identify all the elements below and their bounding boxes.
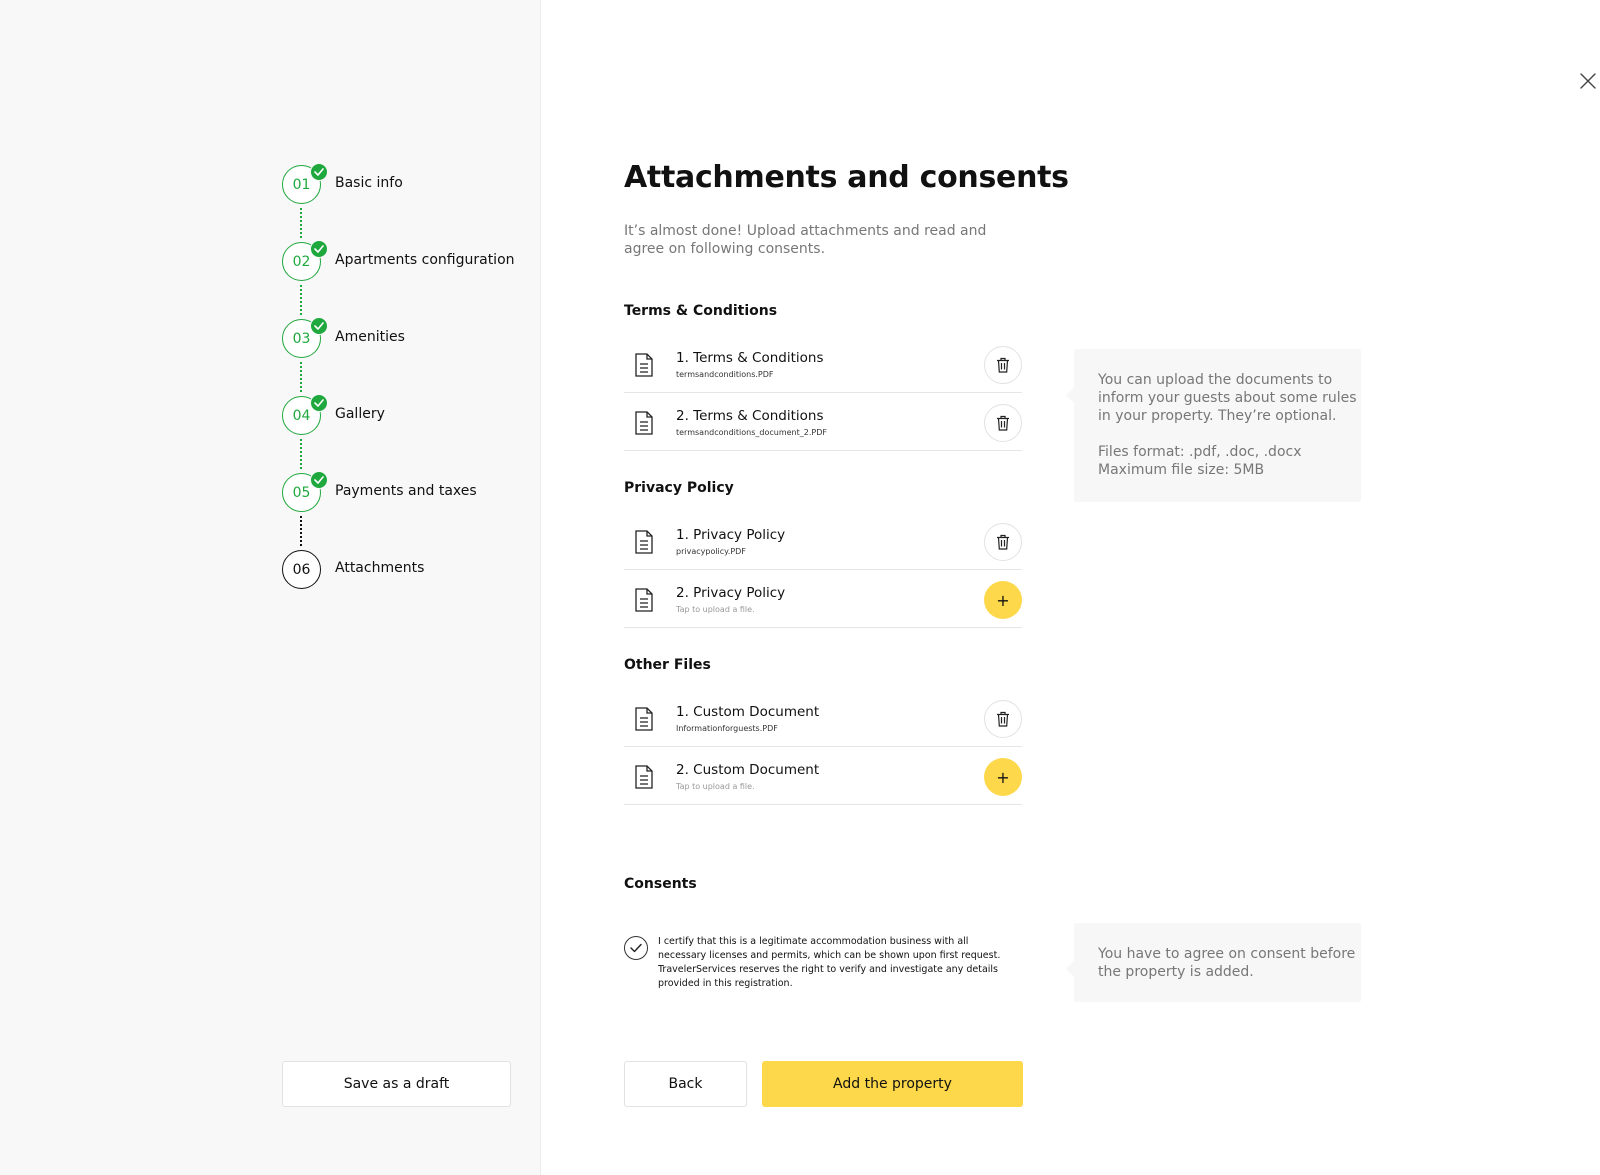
check-icon (310, 471, 328, 489)
check-icon (310, 163, 328, 181)
step-connector (300, 439, 302, 469)
step-number: 06 (282, 550, 321, 589)
delete-file-button[interactable] (984, 346, 1022, 384)
consent-checkbox[interactable] (624, 936, 648, 960)
step-label: Basic info (335, 175, 403, 191)
back-button[interactable]: Back (624, 1061, 747, 1107)
file-row: 1. Custom Document Informationforguests.… (624, 689, 1022, 747)
section-title-terms: Terms & Conditions (624, 303, 778, 319)
section-title-consents: Consents (624, 876, 697, 892)
step-label: Gallery (335, 406, 385, 422)
consent-info-tooltip: You have to agree on consent before the … (1066, 923, 1361, 1002)
file-name: 2. Privacy Policy (676, 585, 786, 601)
info-text: You can upload the documents to (1098, 372, 1333, 388)
check-icon (310, 240, 328, 258)
trash-icon (997, 357, 1009, 373)
document-icon (635, 411, 653, 435)
section-title-privacy: Privacy Policy (624, 480, 734, 496)
step-connector (300, 285, 302, 315)
file-row: 2. Privacy Policy Tap to upload a file. … (624, 570, 1022, 628)
upload-info-tooltip: You can upload the documents to inform y… (1066, 349, 1361, 502)
trash-icon (997, 711, 1009, 727)
document-icon (635, 353, 653, 377)
file-name: 2. Terms & Conditions (676, 408, 824, 424)
file-row: 2. Custom Document Tap to upload a file.… (624, 747, 1022, 805)
plus-icon: + (996, 767, 1010, 787)
page-title: Attachments and consents (624, 160, 1069, 195)
file-filename: privacypolicy.PDF (676, 547, 746, 556)
upload-file-button[interactable]: + (984, 758, 1022, 796)
document-icon (635, 765, 653, 789)
upload-hint[interactable]: Tap to upload a file. (676, 782, 755, 791)
save-as-draft-button[interactable]: Save as a draft (282, 1061, 511, 1107)
file-row: 1. Terms & Conditions termsandconditions… (624, 335, 1022, 393)
trash-icon (997, 415, 1009, 431)
step-label: Attachments (335, 560, 425, 576)
upload-hint[interactable]: Tap to upload a file. (676, 605, 755, 614)
step-connector (300, 516, 302, 546)
upload-file-button[interactable]: + (984, 581, 1022, 619)
file-name: 1. Privacy Policy (676, 527, 786, 543)
file-filename: termsandconditions.PDF (676, 370, 774, 379)
close-button[interactable] (1576, 70, 1600, 94)
file-row: 2. Terms & Conditions termsandconditions… (624, 393, 1022, 451)
check-icon (630, 943, 642, 953)
document-icon (635, 588, 653, 612)
step-connector (300, 208, 302, 238)
trash-icon (997, 534, 1009, 550)
file-row: 1. Privacy Policy privacypolicy.PDF (624, 512, 1022, 570)
step-label: Payments and taxes (335, 483, 477, 499)
check-icon (310, 317, 328, 335)
step-label: Amenities (335, 329, 405, 345)
info-text: the property is added. (1098, 964, 1254, 980)
consent-text: I certify that this is a legitimate acco… (658, 936, 1001, 989)
step-label: Apartments configuration (335, 252, 515, 268)
file-name: 1. Custom Document (676, 704, 820, 720)
delete-file-button[interactable] (984, 523, 1022, 561)
section-title-other: Other Files (624, 657, 711, 673)
info-text: Maximum file size: 5MB (1098, 462, 1265, 478)
plus-icon: + (996, 590, 1010, 610)
check-icon (310, 394, 328, 412)
document-icon (635, 530, 653, 554)
info-text: inform your guests about some rules (1098, 390, 1357, 406)
step-connector (300, 362, 302, 392)
add-property-button[interactable]: Add the property (762, 1061, 1023, 1107)
delete-file-button[interactable] (984, 700, 1022, 738)
info-text: in your property. They’re optional. (1098, 408, 1337, 424)
page-subtitle: It’s almost done! Upload attachments and… (624, 223, 987, 257)
close-icon (1580, 72, 1596, 89)
delete-file-button[interactable] (984, 404, 1022, 442)
file-name: 1. Terms & Conditions (676, 350, 824, 366)
stepper-sidebar: 01 Basic info 02 Apartments configuratio… (0, 0, 541, 1175)
file-filename: termsandconditions_document_2.PDF (676, 428, 827, 437)
file-name: 2. Custom Document (676, 762, 820, 778)
file-filename: Informationforguests.PDF (676, 724, 778, 733)
info-text: You have to agree on consent before (1098, 946, 1356, 962)
document-icon (635, 707, 653, 731)
info-text: Files format: .pdf, .doc, .docx (1098, 444, 1302, 460)
